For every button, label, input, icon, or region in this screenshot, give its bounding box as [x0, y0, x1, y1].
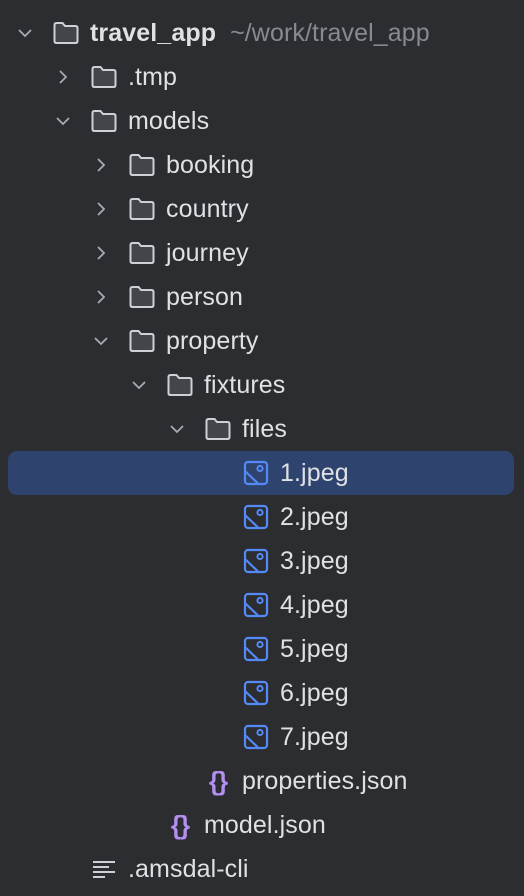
tree-item-label: 7.jpeg [280, 722, 349, 751]
chevron-down-icon[interactable] [128, 374, 150, 396]
tree-item-label: models [128, 106, 210, 135]
tree-item[interactable]: .tmp [0, 55, 524, 99]
tree-item[interactable]: country [0, 187, 524, 231]
image-file-icon [242, 680, 270, 706]
chevron-right-icon[interactable] [52, 66, 74, 88]
tree-item[interactable]: fixtures [0, 363, 524, 407]
tree-item[interactable]: 3.jpeg [0, 539, 524, 583]
tree-item-label: 5.jpeg [280, 634, 349, 663]
folder-icon [128, 152, 156, 178]
image-file-icon [242, 724, 270, 750]
chevron-right-icon[interactable] [90, 198, 112, 220]
image-file-icon [242, 548, 270, 574]
image-file-icon [242, 460, 270, 486]
tree-item[interactable]: files [0, 407, 524, 451]
folder-icon [90, 64, 118, 90]
tree-item[interactable]: 4.jpeg [0, 583, 524, 627]
tree-item-label: files [242, 414, 287, 443]
chevron-right-icon[interactable] [90, 286, 112, 308]
folder-icon [128, 328, 156, 354]
tree-item[interactable]: 6.jpeg [0, 671, 524, 715]
tree-item-label: property [166, 326, 259, 355]
tree-item-label: .amsdal-cli [128, 854, 249, 883]
tree-item[interactable]: {} model.json [0, 803, 524, 847]
tree-item[interactable]: 1.jpeg [0, 451, 524, 495]
chevron-down-icon[interactable] [52, 110, 74, 132]
project-tree: travel_app ~/work/travel_app .tmp models b… [0, 0, 524, 891]
text-file-icon [90, 856, 118, 882]
tree-item-label: person [166, 282, 244, 311]
tree-item-label: 2.jpeg [280, 502, 349, 531]
project-path: ~/work/travel_app [230, 18, 430, 47]
tree-item-label: 1.jpeg [280, 458, 349, 487]
folder-icon [90, 108, 118, 134]
image-file-icon [242, 636, 270, 662]
tree-item-label: fixtures [204, 370, 286, 399]
tree-item-label: 6.jpeg [280, 678, 349, 707]
tree-item[interactable]: booking [0, 143, 524, 187]
tree-item[interactable]: 5.jpeg [0, 627, 524, 671]
folder-icon [128, 284, 156, 310]
tree-item-label: model.json [204, 810, 326, 839]
tree-item-label: properties.json [242, 766, 408, 795]
tree-item[interactable]: journey [0, 231, 524, 275]
folder-icon [166, 372, 194, 398]
image-file-icon [242, 504, 270, 530]
json-file-icon: {} [208, 765, 228, 796]
folder-icon [52, 20, 80, 46]
tree-item[interactable]: person [0, 275, 524, 319]
chevron-down-icon[interactable] [90, 330, 112, 352]
tree-item-label: .tmp [128, 62, 178, 91]
chevron-down-icon[interactable] [14, 22, 36, 44]
tree-item[interactable]: 2.jpeg [0, 495, 524, 539]
tree-item[interactable]: .amsdal-cli [0, 847, 524, 891]
tree-item[interactable]: {} properties.json [0, 759, 524, 803]
image-file-icon [242, 592, 270, 618]
json-file-icon: {} [170, 809, 190, 840]
tree-root-travel-app[interactable]: travel_app ~/work/travel_app [0, 11, 524, 55]
folder-icon [204, 416, 232, 442]
tree-item-label: journey [166, 238, 249, 267]
chevron-right-icon[interactable] [90, 242, 112, 264]
tree-item[interactable]: models [0, 99, 524, 143]
tree-item-label: booking [166, 150, 255, 179]
tree-item-label: 4.jpeg [280, 590, 349, 619]
folder-icon [128, 240, 156, 266]
chevron-right-icon[interactable] [90, 154, 112, 176]
tree-item-label: country [166, 194, 249, 223]
tree-item[interactable]: property [0, 319, 524, 363]
folder-icon [128, 196, 156, 222]
tree-item[interactable]: 7.jpeg [0, 715, 524, 759]
chevron-down-icon[interactable] [166, 418, 188, 440]
tree-item-label: 3.jpeg [280, 546, 349, 575]
project-name: travel_app [90, 18, 217, 47]
